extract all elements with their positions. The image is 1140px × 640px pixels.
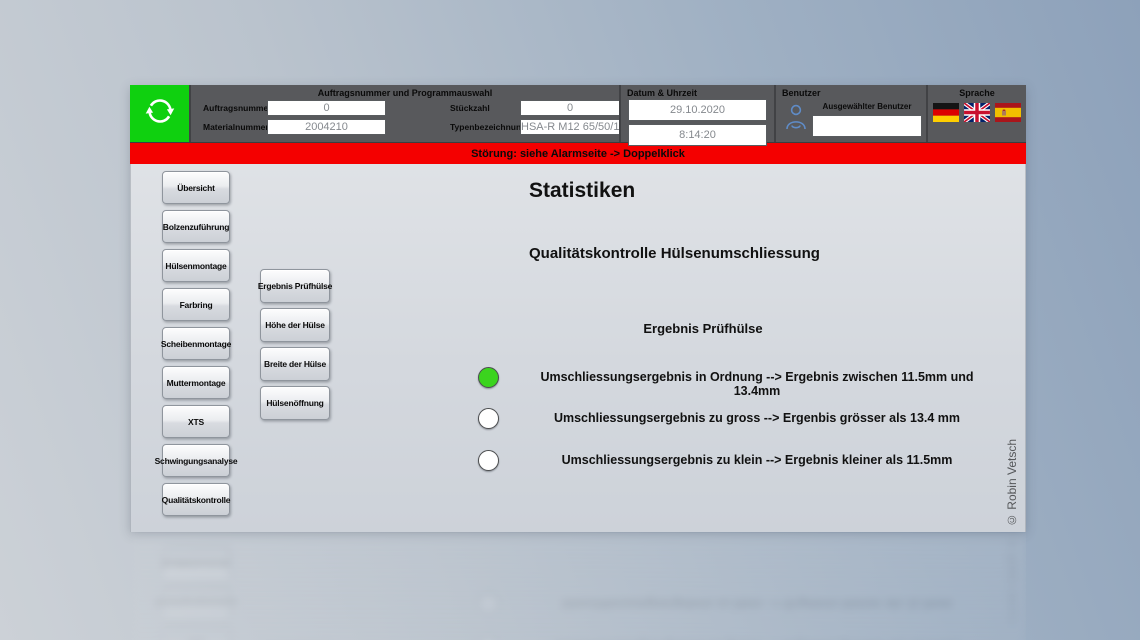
subnav-item-hoehe-der-huelse[interactable]: Höhe der Hülse xyxy=(260,308,330,342)
materialnummer-field[interactable]: 2004210 xyxy=(267,119,386,135)
program-section-title: Auftragsnummer und Programmauswahl xyxy=(191,85,619,99)
sidebar-item-farbring[interactable]: Farbring xyxy=(162,288,230,321)
sidebar-item-schwingungsanalyse[interactable]: Schwingungsanalyse xyxy=(162,444,230,477)
alarm-bar[interactable]: Störung: siehe Alarmseite -> Doppelklick xyxy=(130,143,1026,164)
header-section-language: Sprache xyxy=(926,85,1026,142)
selected-user-input[interactable] xyxy=(812,115,922,137)
auftragsnummer-field[interactable]: 0 xyxy=(267,100,386,116)
sidebar-item-qualitaetskontrolle[interactable]: Qualitätskontrolle xyxy=(162,483,230,516)
subnav-item-ergebnis-pruefhuelse[interactable]: Ergebnis Prüfhülse xyxy=(260,269,330,303)
typenbezeichnung-field[interactable]: HSA-R M12 65/50/15 xyxy=(520,119,620,135)
subnav-item-huelsenoeffnung[interactable]: Hülsenöffnung xyxy=(260,386,330,420)
app-window: Auftragsnummer und Programmauswahl Auftr… xyxy=(130,85,1026,531)
date-display: 29.10.2020 xyxy=(628,99,767,121)
alarm-text: Störung: siehe Alarmseite -> Doppelklick xyxy=(471,148,685,160)
user-icon xyxy=(784,99,812,137)
stueckzahl-field[interactable]: 0 xyxy=(520,100,620,116)
sync-arrows-icon xyxy=(141,92,179,135)
time-display: 8:14:20 xyxy=(628,124,767,146)
header-section-user: Benutzer Ausgewählter Benutzer xyxy=(774,85,926,142)
result-group-label: Ergebnis Prüfhülse xyxy=(603,321,803,336)
page-subtitle: Qualitätskontrolle Hülsenumschliessung xyxy=(529,245,820,262)
result-indicator-too-big xyxy=(478,408,499,429)
british-flag[interactable] xyxy=(964,103,990,122)
sidebar-item-scheibenmontage[interactable]: Scheibenmontage xyxy=(162,327,230,360)
result-text-ok: Umschliessungsergebnis in Ordnung --> Er… xyxy=(529,370,985,398)
result-indicator-too-small xyxy=(478,450,499,471)
german-flag[interactable] xyxy=(933,103,959,122)
copyright-credit: © Robin Vetsch xyxy=(1005,439,1019,527)
materialnummer-label: Materialnummer xyxy=(203,122,263,132)
sidebar-item-huelsenmontage[interactable]: Hülsenmontage xyxy=(162,249,230,282)
sidebar-item-xts[interactable]: XTS xyxy=(162,405,230,438)
header-section-datetime: Datum & Uhrzeit 29.10.2020 8:14:20 xyxy=(619,85,774,142)
page-background: Auftragsnummer und Programmauswahl Auftr… xyxy=(0,0,1140,640)
page-title: Statistiken xyxy=(529,179,635,203)
user-section-title: Benutzer xyxy=(776,85,926,99)
result-text-too-big: Umschliessungsergebnis zu gross --> Erge… xyxy=(529,411,985,425)
result-indicator-ok xyxy=(478,367,499,388)
header-bar: Auftragsnummer und Programmauswahl Auftr… xyxy=(130,85,1026,143)
datetime-section-title: Datum & Uhrzeit xyxy=(621,85,774,99)
auftragsnummer-label: Auftragsnummer xyxy=(203,103,263,113)
typenbezeichnung-label: Typenbezeichnung xyxy=(450,122,516,132)
stueckzahl-label: Stückzahl xyxy=(450,103,516,113)
header-section-program: Auftragsnummer und Programmauswahl Auftr… xyxy=(189,85,619,142)
sidebar-item-muttermontage[interactable]: Muttermontage xyxy=(162,366,230,399)
content-area: Übersicht Bolzenzuführung Hülsenmontage … xyxy=(130,164,1026,532)
sidebar-item-uebersicht[interactable]: Übersicht xyxy=(162,171,230,204)
language-section-title: Sprache xyxy=(928,85,1026,99)
selected-user-label: Ausgewählter Benutzer xyxy=(812,99,922,115)
sidebar-item-bolzenzufuehrung[interactable]: Bolzenzuführung xyxy=(162,210,230,243)
result-text-too-small: Umschliessungsergebnis zu klein --> Erge… xyxy=(529,453,985,467)
app-logo[interactable] xyxy=(130,85,189,142)
spanish-flag[interactable] xyxy=(995,103,1021,122)
subnav-item-breite-der-huelse[interactable]: Breite der Hülse xyxy=(260,347,330,381)
